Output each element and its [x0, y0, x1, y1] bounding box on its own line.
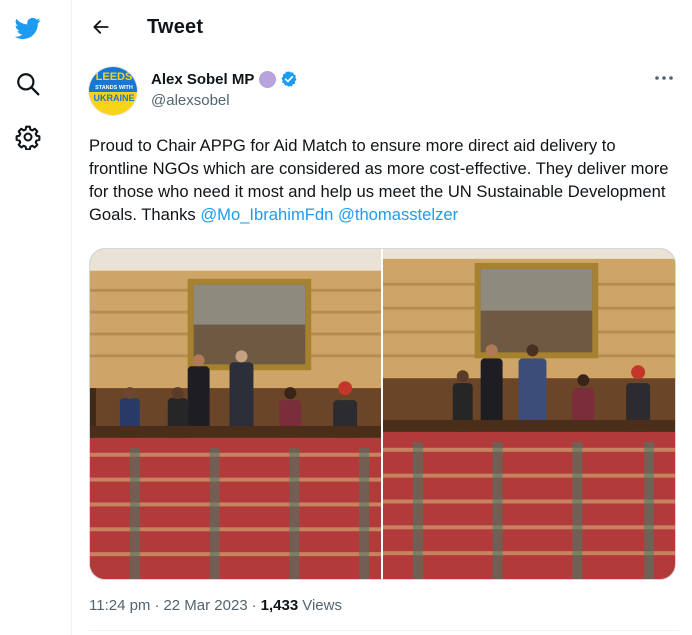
back-button[interactable] [83, 9, 119, 45]
tweet-meta: 11:24 pm · 22 Mar 2023 · 1,433 Views [89, 597, 342, 614]
tweet-photo-2[interactable] [383, 249, 675, 579]
ellipsis-icon [655, 76, 673, 80]
more-options-button[interactable] [652, 68, 676, 88]
avatar-text-line3: UKRAINE [93, 93, 134, 103]
avatar[interactable]: LEEDS STANDS WITH UKRAINE [88, 66, 138, 116]
affiliation-badge [259, 70, 277, 88]
gear-icon[interactable] [8, 117, 48, 157]
verified-badge-icon [280, 70, 298, 88]
divider [89, 630, 679, 631]
avatar-text-line2: STANDS WITH [95, 85, 133, 91]
page-header: Tweet [73, 0, 692, 54]
tweet-author: LEEDS STANDS WITH UKRAINE Alex Sobel MP … [88, 66, 688, 116]
tweet-media [89, 248, 676, 580]
user-handle[interactable]: @alexsobel [151, 92, 230, 109]
avatar-text-line1: LEEDS [96, 71, 133, 83]
tweet-photo-1[interactable] [90, 249, 381, 579]
meta-separator: · [154, 597, 160, 614]
tweet-body: Proud to Chair APPG for Aid Match to ens… [89, 134, 679, 226]
name-row: Alex Sobel MP [151, 70, 298, 88]
mention-link-thomasstelzer[interactable]: @thomasstelzer [338, 205, 458, 224]
arrow-left-icon [93, 20, 109, 34]
tweet-date[interactable]: 22 Mar 2023 [163, 597, 247, 614]
views-count: 1,433 [260, 597, 299, 614]
mention-link-mo-ibrahim[interactable]: @Mo_IbrahimFdn [200, 205, 333, 224]
display-name[interactable]: Alex Sobel MP [151, 71, 254, 88]
left-nav-rail [0, 0, 72, 635]
views-label: Views [302, 597, 342, 614]
page-title: Tweet [147, 15, 204, 38]
search-icon[interactable] [8, 64, 48, 104]
twitter-bird-icon[interactable] [8, 8, 48, 48]
meta-separator-2: · [251, 597, 257, 614]
tweet-time[interactable]: 11:24 pm [89, 597, 150, 614]
